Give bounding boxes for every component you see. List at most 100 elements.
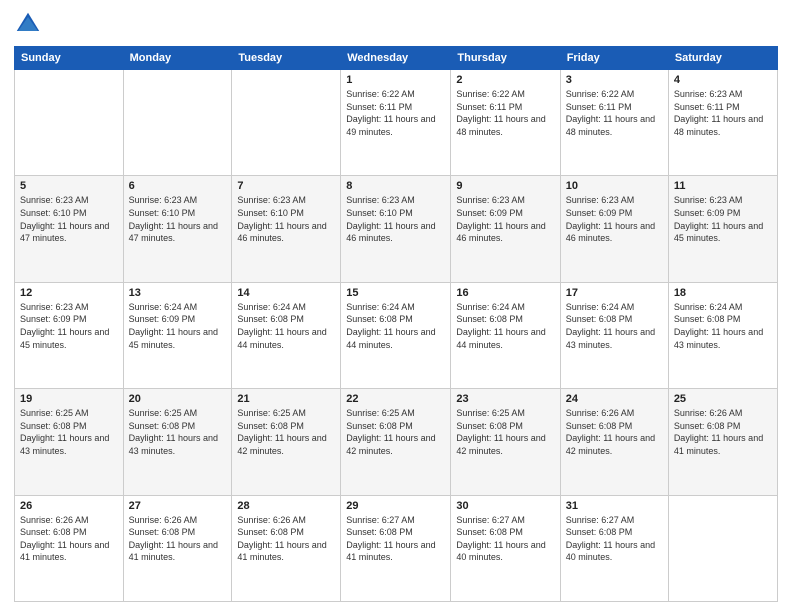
day-number: 6 bbox=[129, 180, 227, 192]
day-number: 18 bbox=[674, 287, 772, 299]
day-number: 4 bbox=[674, 74, 772, 86]
page: SundayMondayTuesdayWednesdayThursdayFrid… bbox=[0, 0, 792, 612]
day-number: 31 bbox=[566, 500, 663, 512]
day-info: Sunrise: 6:23 AM Sunset: 6:10 PM Dayligh… bbox=[346, 194, 445, 244]
day-info: Sunrise: 6:23 AM Sunset: 6:11 PM Dayligh… bbox=[674, 88, 772, 138]
day-info: Sunrise: 6:23 AM Sunset: 6:09 PM Dayligh… bbox=[456, 194, 554, 244]
day-number: 28 bbox=[237, 500, 335, 512]
calendar-cell: 23Sunrise: 6:25 AM Sunset: 6:08 PM Dayli… bbox=[451, 389, 560, 495]
day-info: Sunrise: 6:27 AM Sunset: 6:08 PM Dayligh… bbox=[566, 514, 663, 564]
calendar-cell: 19 Sunrise: 6:25 AM Sunset: 6:08 PM Dayli… bbox=[15, 389, 124, 495]
day-number: 14 bbox=[237, 287, 335, 299]
calendar-cell: 25 Sunrise: 6:26 AM Sunset: 6:08 PM Dayli… bbox=[668, 389, 777, 495]
day-number: 7 bbox=[237, 180, 335, 192]
day-number: 1 bbox=[346, 74, 445, 86]
day-number: 22 bbox=[346, 393, 445, 405]
day-number: 29 bbox=[346, 500, 445, 512]
calendar-cell: 1Sunrise: 6:22 AM Sunset: 6:11 PM Daylig… bbox=[341, 70, 451, 176]
calendar-cell: 6 Sunrise: 6:23 AM Sunset: 6:10 PM Daylig… bbox=[123, 176, 232, 282]
day-number: 30 bbox=[456, 500, 554, 512]
col-header-sunday: Sunday bbox=[15, 47, 124, 70]
day-number: 25 bbox=[674, 393, 772, 405]
calendar-cell: 28 Sunrise: 6:26 AM Sunset: 6:08 PM Dayli… bbox=[232, 495, 341, 601]
day-number: 9 bbox=[456, 180, 554, 192]
calendar-cell: 3 Sunrise: 6:22 AM Sunset: 6:11 PM Daylig… bbox=[560, 70, 668, 176]
calendar-cell: 11 Sunrise: 6:23 AM Sunset: 6:09 PM Dayli… bbox=[668, 176, 777, 282]
day-info: Sunrise: 6:24 AM Sunset: 6:08 PM Dayligh… bbox=[237, 301, 335, 351]
day-info: Sunrise: 6:26 AM Sunset: 6:08 PM Dayligh… bbox=[237, 514, 335, 564]
calendar-cell: 17Sunrise: 6:24 AM Sunset: 6:08 PM Dayli… bbox=[560, 282, 668, 388]
calendar: SundayMondayTuesdayWednesdayThursdayFrid… bbox=[14, 46, 778, 602]
day-number: 3 bbox=[566, 74, 663, 86]
day-info: Sunrise: 6:24 AM Sunset: 6:09 PM Dayligh… bbox=[129, 301, 227, 351]
day-number: 23 bbox=[456, 393, 554, 405]
calendar-cell: 27 Sunrise: 6:26 AM Sunset: 6:08 PM Dayli… bbox=[123, 495, 232, 601]
day-number: 19 bbox=[20, 393, 118, 405]
calendar-cell: 4 Sunrise: 6:23 AM Sunset: 6:11 PM Daylig… bbox=[668, 70, 777, 176]
day-info: Sunrise: 6:22 AM Sunset: 6:11 PM Dayligh… bbox=[456, 88, 554, 138]
day-number: 15 bbox=[346, 287, 445, 299]
col-header-wednesday: Wednesday bbox=[341, 47, 451, 70]
col-header-friday: Friday bbox=[560, 47, 668, 70]
day-number: 21 bbox=[237, 393, 335, 405]
day-info: Sunrise: 6:22 AM Sunset: 6:11 PM Dayligh… bbox=[566, 88, 663, 138]
calendar-cell bbox=[232, 70, 341, 176]
calendar-cell: 24 Sunrise: 6:26 AM Sunset: 6:08 PM Dayli… bbox=[560, 389, 668, 495]
calendar-cell: 13 Sunrise: 6:24 AM Sunset: 6:09 PM Dayli… bbox=[123, 282, 232, 388]
calendar-cell: 12Sunrise: 6:23 AM Sunset: 6:09 PM Dayli… bbox=[15, 282, 124, 388]
day-number: 10 bbox=[566, 180, 663, 192]
calendar-cell: 10 Sunrise: 6:23 AM Sunset: 6:09 PM Dayli… bbox=[560, 176, 668, 282]
calendar-cell: 5 Sunrise: 6:23 AM Sunset: 6:10 PM Daylig… bbox=[15, 176, 124, 282]
day-number: 20 bbox=[129, 393, 227, 405]
day-number: 16 bbox=[456, 287, 554, 299]
calendar-cell: 14 Sunrise: 6:24 AM Sunset: 6:08 PM Dayli… bbox=[232, 282, 341, 388]
calendar-cell: 18 Sunrise: 6:24 AM Sunset: 6:08 PM Dayli… bbox=[668, 282, 777, 388]
calendar-cell bbox=[15, 70, 124, 176]
day-number: 11 bbox=[674, 180, 772, 192]
calendar-cell bbox=[668, 495, 777, 601]
day-info: Sunrise: 6:27 AM Sunset: 6:08 PM Dayligh… bbox=[346, 514, 445, 564]
day-info: Sunrise: 6:25 AM Sunset: 6:08 PM Dayligh… bbox=[129, 407, 227, 457]
calendar-cell bbox=[123, 70, 232, 176]
day-info: Sunrise: 6:24 AM Sunset: 6:08 PM Dayligh… bbox=[346, 301, 445, 351]
logo-icon bbox=[14, 10, 42, 38]
day-info: Sunrise: 6:23 AM Sunset: 6:09 PM Dayligh… bbox=[566, 194, 663, 244]
day-number: 5 bbox=[20, 180, 118, 192]
day-info: Sunrise: 6:26 AM Sunset: 6:08 PM Dayligh… bbox=[20, 514, 118, 564]
calendar-cell: 2Sunrise: 6:22 AM Sunset: 6:11 PM Daylig… bbox=[451, 70, 560, 176]
day-info: Sunrise: 6:24 AM Sunset: 6:08 PM Dayligh… bbox=[674, 301, 772, 351]
col-header-thursday: Thursday bbox=[451, 47, 560, 70]
day-info: Sunrise: 6:23 AM Sunset: 6:10 PM Dayligh… bbox=[20, 194, 118, 244]
calendar-cell: 22 Sunrise: 6:25 AM Sunset: 6:08 PM Dayli… bbox=[341, 389, 451, 495]
calendar-cell: 29 Sunrise: 6:27 AM Sunset: 6:08 PM Dayli… bbox=[341, 495, 451, 601]
day-number: 8 bbox=[346, 180, 445, 192]
day-number: 24 bbox=[566, 393, 663, 405]
day-info: Sunrise: 6:23 AM Sunset: 6:10 PM Dayligh… bbox=[129, 194, 227, 244]
col-header-saturday: Saturday bbox=[668, 47, 777, 70]
calendar-cell: 9 Sunrise: 6:23 AM Sunset: 6:09 PM Daylig… bbox=[451, 176, 560, 282]
calendar-cell: 15 Sunrise: 6:24 AM Sunset: 6:08 PM Dayli… bbox=[341, 282, 451, 388]
logo bbox=[14, 10, 46, 38]
day-info: Sunrise: 6:25 AM Sunset: 6:08 PM Dayligh… bbox=[20, 407, 118, 457]
day-number: 13 bbox=[129, 287, 227, 299]
calendar-cell: 30 Sunrise: 6:27 AM Sunset: 6:08 PM Dayli… bbox=[451, 495, 560, 601]
day-number: 17 bbox=[566, 287, 663, 299]
day-info: Sunrise: 6:26 AM Sunset: 6:08 PM Dayligh… bbox=[566, 407, 663, 457]
day-info: Sunrise: 6:23 AM Sunset: 6:10 PM Dayligh… bbox=[237, 194, 335, 244]
day-info: Sunrise: 6:23 AM Sunset: 6:09 PM Dayligh… bbox=[20, 301, 118, 351]
calendar-cell: 16 Sunrise: 6:24 AM Sunset: 6:08 PM Dayli… bbox=[451, 282, 560, 388]
day-info: Sunrise: 6:26 AM Sunset: 6:08 PM Dayligh… bbox=[129, 514, 227, 564]
calendar-cell: 21Sunrise: 6:25 AM Sunset: 6:08 PM Dayli… bbox=[232, 389, 341, 495]
day-number: 27 bbox=[129, 500, 227, 512]
col-header-tuesday: Tuesday bbox=[232, 47, 341, 70]
day-number: 26 bbox=[20, 500, 118, 512]
calendar-cell: 8 Sunrise: 6:23 AM Sunset: 6:10 PM Daylig… bbox=[341, 176, 451, 282]
header bbox=[14, 10, 778, 38]
calendar-cell: 20 Sunrise: 6:25 AM Sunset: 6:08 PM Dayli… bbox=[123, 389, 232, 495]
calendar-cell: 31 Sunrise: 6:27 AM Sunset: 6:08 PM Dayli… bbox=[560, 495, 668, 601]
day-info: Sunrise: 6:24 AM Sunset: 6:08 PM Dayligh… bbox=[456, 301, 554, 351]
day-info: Sunrise: 6:26 AM Sunset: 6:08 PM Dayligh… bbox=[674, 407, 772, 457]
day-info: Sunrise: 6:23 AM Sunset: 6:09 PM Dayligh… bbox=[674, 194, 772, 244]
day-info: Sunrise: 6:25 AM Sunset: 6:08 PM Dayligh… bbox=[346, 407, 445, 457]
day-info: Sunrise: 6:27 AM Sunset: 6:08 PM Dayligh… bbox=[456, 514, 554, 564]
